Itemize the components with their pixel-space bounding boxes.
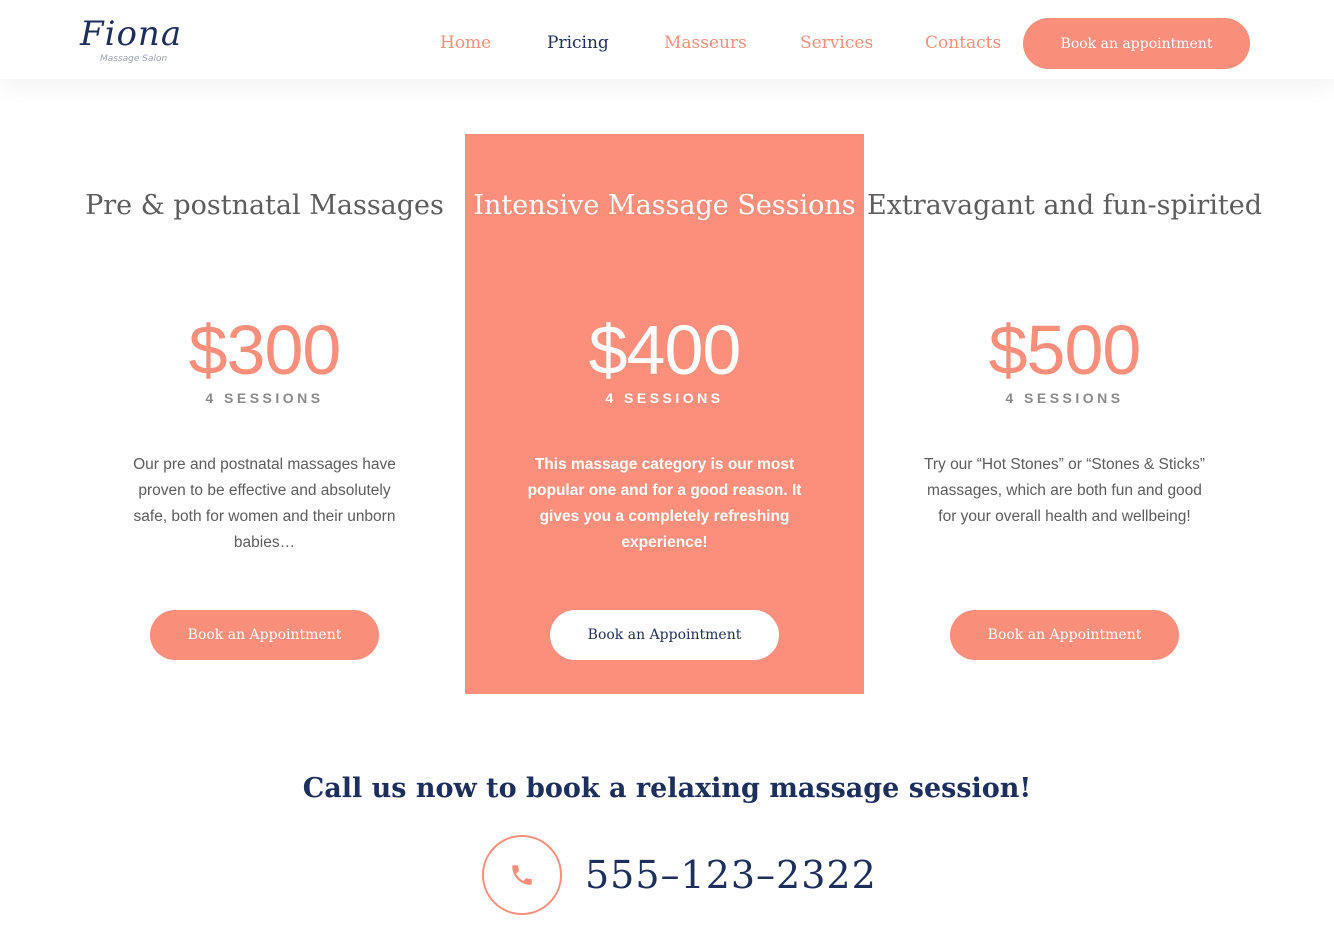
card-title: Intensive Massage Sessions xyxy=(473,190,856,221)
card-sessions: 4 SESSIONS xyxy=(1005,390,1124,406)
call-to-action-heading: Call us now to book a relaxing massage s… xyxy=(302,773,1032,804)
phone-icon-circle[interactable] xyxy=(482,835,562,915)
book-appointment-button-intensive[interactable]: Book an Appointment xyxy=(550,610,779,660)
nav-contacts[interactable]: Contacts xyxy=(925,30,1001,56)
card-description: This massage category is our most popula… xyxy=(527,456,802,551)
nav-pricing[interactable]: Pricing xyxy=(547,30,609,56)
nav-masseurs[interactable]: Masseurs xyxy=(664,30,747,56)
logo-subtitle: Massage Salon xyxy=(100,54,168,64)
book-appointment-button-prenatal[interactable]: Book an Appointment xyxy=(150,610,379,660)
card-description: Try our “Hot Stones” or “Stones & Sticks… xyxy=(923,456,1206,525)
pricing-card-intensive: Intensive Massage Sessions $400 4 SESSIO… xyxy=(465,134,864,694)
phone-number[interactable]: 555–123–2322 xyxy=(585,850,877,900)
phone-icon xyxy=(512,865,532,885)
card-title: Extravagant and fun-spirited xyxy=(866,190,1263,221)
site-header: Fiona Massage Salon Home Pricing Masseur… xyxy=(0,0,1334,79)
card-sessions: 4 SESSIONS xyxy=(205,390,324,406)
card-price: $300 xyxy=(188,311,342,389)
card-description: Our pre and postnatal massages have prov… xyxy=(133,456,396,551)
pricing-card-prenatal: Pre & postnatal Massages $300 4 SESSIONS… xyxy=(65,134,464,694)
nav-home[interactable]: Home xyxy=(440,30,491,56)
book-appointment-button-extravagant[interactable]: Book an Appointment xyxy=(950,610,1179,660)
nav-services[interactable]: Services xyxy=(800,30,873,56)
card-sessions: 4 SESSIONS xyxy=(605,390,724,406)
card-title: Pre & postnatal Massages xyxy=(85,190,444,221)
logo[interactable]: Fiona Massage Salon xyxy=(80,14,190,70)
book-appointment-header-button[interactable]: Book an appointment xyxy=(1023,18,1250,69)
card-price: $400 xyxy=(588,311,742,389)
logo-wordmark: Fiona xyxy=(80,14,183,54)
pricing-card-extravagant: Extravagant and fun-spirited $500 4 SESS… xyxy=(865,134,1264,694)
card-price: $500 xyxy=(988,311,1142,389)
